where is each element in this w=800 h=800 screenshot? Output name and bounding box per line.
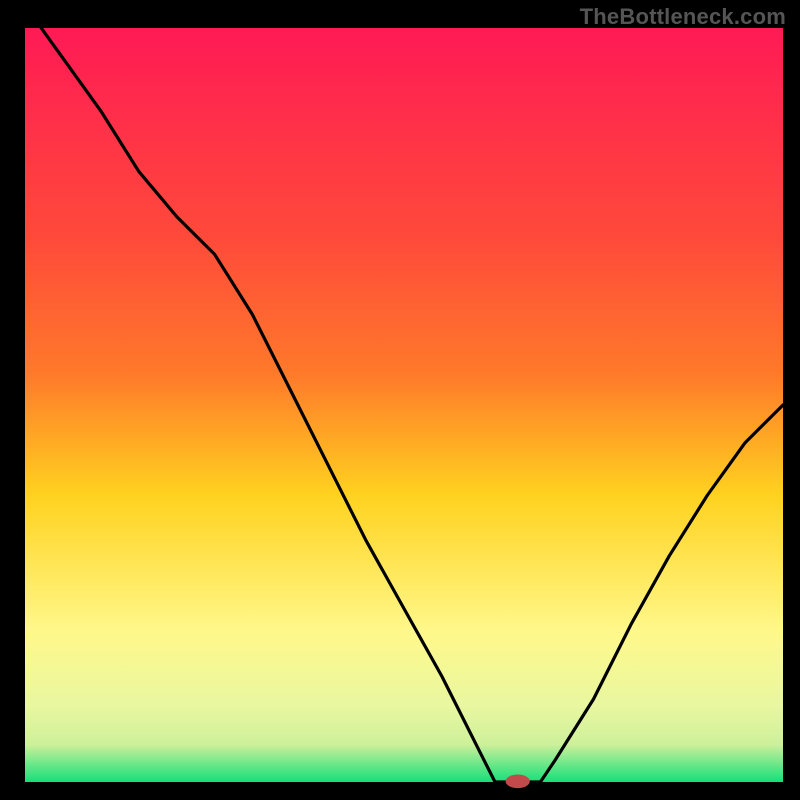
min-marker [506,775,530,789]
watermark-text: TheBottleneck.com [580,4,786,30]
chart-frame: TheBottleneck.com [0,0,800,800]
bottleneck-chart [0,0,800,800]
